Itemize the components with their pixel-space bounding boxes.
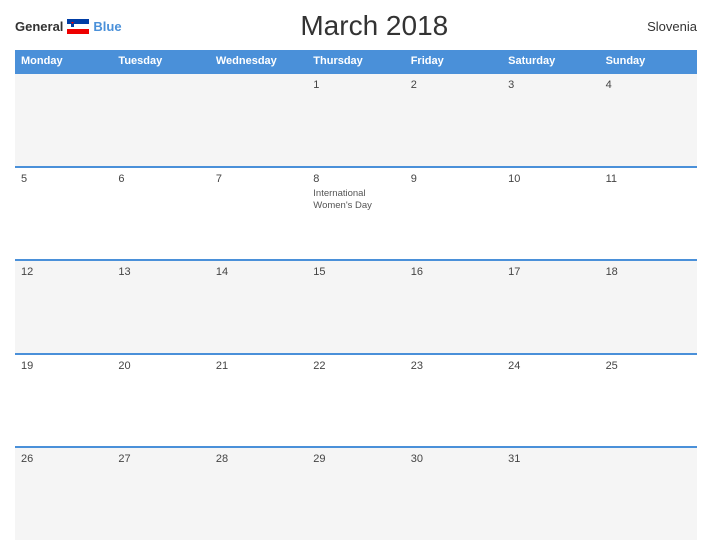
calendar-cell: 15 xyxy=(307,261,404,353)
calendar-week-4: 19 20 21 22 23 24 25 xyxy=(15,353,697,447)
weekday-header-sunday: Sunday xyxy=(600,50,697,72)
day-number: 15 xyxy=(313,266,398,278)
day-number: 4 xyxy=(606,79,691,91)
calendar-cell: 4 xyxy=(600,74,697,166)
logo-general-text: General xyxy=(15,19,63,34)
calendar-cell: 3 xyxy=(502,74,599,166)
calendar-cell: 19 xyxy=(15,355,112,447)
day-number: 18 xyxy=(606,266,691,278)
day-number: 3 xyxy=(508,79,593,91)
calendar-cell: 28 xyxy=(210,448,307,540)
header: General Blue March 2018 Slovenia xyxy=(15,10,697,42)
day-number: 9 xyxy=(411,173,496,185)
logo: General Blue xyxy=(15,19,122,34)
calendar-cell: 27 xyxy=(112,448,209,540)
weekday-header-saturday: Saturday xyxy=(502,50,599,72)
calendar-cell: 31 xyxy=(502,448,599,540)
day-number: 5 xyxy=(21,173,106,185)
calendar-cell: 20 xyxy=(112,355,209,447)
day-number: 17 xyxy=(508,266,593,278)
weekday-header-tuesday: Tuesday xyxy=(112,50,209,72)
day-number: 14 xyxy=(216,266,301,278)
day-number: 1 xyxy=(313,79,398,91)
calendar-cell: 13 xyxy=(112,261,209,353)
day-number: 8 xyxy=(313,173,398,185)
day-number: 19 xyxy=(21,360,106,372)
day-number: 20 xyxy=(118,360,203,372)
day-number: 23 xyxy=(411,360,496,372)
day-number: 10 xyxy=(508,173,593,185)
day-number: 28 xyxy=(216,453,301,465)
calendar-cell: 25 xyxy=(600,355,697,447)
day-number: 11 xyxy=(606,173,691,185)
calendar-cell: 30 xyxy=(405,448,502,540)
day-number: 24 xyxy=(508,360,593,372)
calendar-cell: 6 xyxy=(112,168,209,260)
calendar-week-3: 12 13 14 15 16 17 18 xyxy=(15,259,697,353)
day-number: 12 xyxy=(21,266,106,278)
calendar-cell: 29 xyxy=(307,448,404,540)
calendar-cell: 8 International Women's Day xyxy=(307,168,404,260)
day-number: 2 xyxy=(411,79,496,91)
weekday-header-wednesday: Wednesday xyxy=(210,50,307,72)
day-number: 30 xyxy=(411,453,496,465)
weekday-header-monday: Monday xyxy=(15,50,112,72)
calendar-title: March 2018 xyxy=(122,10,627,42)
day-number: 26 xyxy=(21,453,106,465)
weekday-header-thursday: Thursday xyxy=(307,50,404,72)
day-number: 7 xyxy=(216,173,301,185)
calendar-cell: 11 xyxy=(600,168,697,260)
calendar-cell: 12 xyxy=(15,261,112,353)
calendar-body: 12345678International Women's Day9101112… xyxy=(15,72,697,540)
calendar-cell: 26 xyxy=(15,448,112,540)
calendar-cell xyxy=(600,448,697,540)
calendar-cell: 14 xyxy=(210,261,307,353)
calendar-cell xyxy=(112,74,209,166)
calendar-cell: 24 xyxy=(502,355,599,447)
logo-flag-icon xyxy=(67,19,89,34)
day-number: 21 xyxy=(216,360,301,372)
weekday-header-friday: Friday xyxy=(405,50,502,72)
day-number: 31 xyxy=(508,453,593,465)
calendar-cell xyxy=(15,74,112,166)
holiday-label: International Women's Day xyxy=(313,188,398,213)
day-number: 6 xyxy=(118,173,203,185)
day-number: 29 xyxy=(313,453,398,465)
calendar-cell: 21 xyxy=(210,355,307,447)
calendar-week-2: 56 78 International Women's Day 9 10 11 xyxy=(15,166,697,260)
day-number: 13 xyxy=(118,266,203,278)
calendar-cell: 7 xyxy=(210,168,307,260)
calendar-cell: 5 xyxy=(15,168,112,260)
calendar-week-1: 1 23 4 xyxy=(15,72,697,166)
calendar-cell: 10 xyxy=(502,168,599,260)
day-number: 22 xyxy=(313,360,398,372)
calendar-cell: 1 xyxy=(307,74,404,166)
calendar-page: General Blue March 2018 Slovenia MondayT… xyxy=(0,0,712,550)
calendar-header-row: MondayTuesdayWednesdayThursdayFridaySatu… xyxy=(15,50,697,72)
calendar-cell: 17 xyxy=(502,261,599,353)
calendar-week-5: 26 27 28 29 30 31 xyxy=(15,446,697,540)
calendar-cell: 16 xyxy=(405,261,502,353)
calendar-cell: 18 xyxy=(600,261,697,353)
calendar-cell: 22 xyxy=(307,355,404,447)
day-number: 25 xyxy=(606,360,691,372)
calendar-cell: 9 xyxy=(405,168,502,260)
day-number: 16 xyxy=(411,266,496,278)
calendar-cell: 23 xyxy=(405,355,502,447)
logo-blue-text: Blue xyxy=(93,19,121,34)
calendar-cell: 2 xyxy=(405,74,502,166)
calendar-cell xyxy=(210,74,307,166)
calendar: MondayTuesdayWednesdayThursdayFridaySatu… xyxy=(15,50,697,540)
country-label: Slovenia xyxy=(627,19,697,34)
day-number: 27 xyxy=(118,453,203,465)
